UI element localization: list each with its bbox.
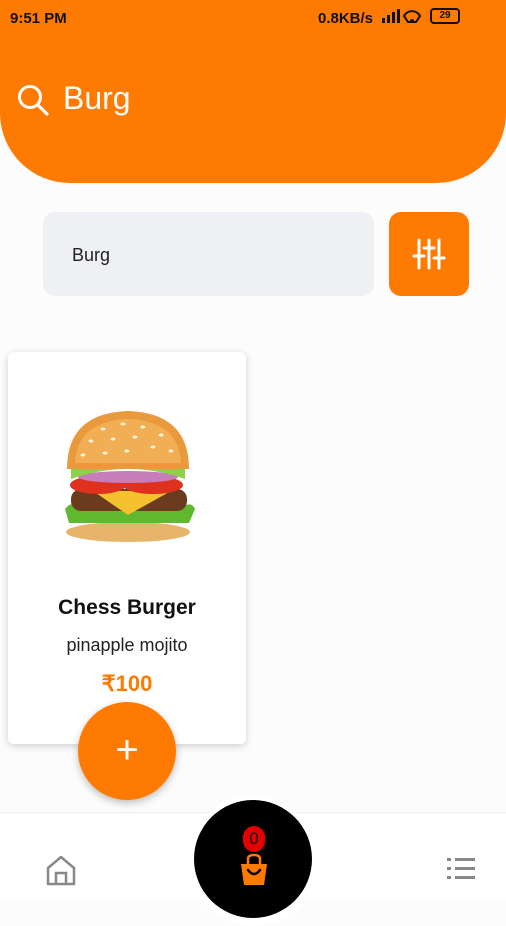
cart-count-badge: 0: [243, 826, 265, 852]
network-speed: 0.8KB/s: [318, 10, 374, 27]
filter-button[interactable]: [389, 212, 469, 296]
status-icons: 29: [380, 8, 460, 24]
product-name: Chess Burger: [58, 596, 196, 619]
cart-button[interactable]: 0: [188, 796, 318, 926]
filter-sliders-icon: [412, 238, 446, 270]
battery-icon: 29: [430, 8, 460, 24]
add-to-cart-button[interactable]: +: [78, 702, 176, 800]
cart-button-inner: 0: [194, 800, 312, 918]
shopping-bag-icon: [241, 853, 267, 885]
page-title: Burg: [63, 80, 131, 116]
product-description: pinapple mojito: [66, 635, 188, 655]
signal-icon: [382, 9, 422, 23]
burger-image: [65, 411, 195, 542]
search-icon[interactable]: [16, 83, 50, 117]
status-bar: 9:51 PM 0.8KB/s 29: [0, 0, 506, 36]
menu-list-icon[interactable]: [447, 855, 475, 883]
search-input[interactable]: [70, 240, 354, 270]
product-card[interactable]: Chess Burger pinapple mojito ₹100: [8, 352, 246, 744]
home-icon[interactable]: [44, 853, 78, 887]
product-price: ₹100: [101, 671, 153, 696]
status-time: 9:51 PM: [10, 10, 67, 27]
search-field-container[interactable]: [43, 212, 374, 296]
